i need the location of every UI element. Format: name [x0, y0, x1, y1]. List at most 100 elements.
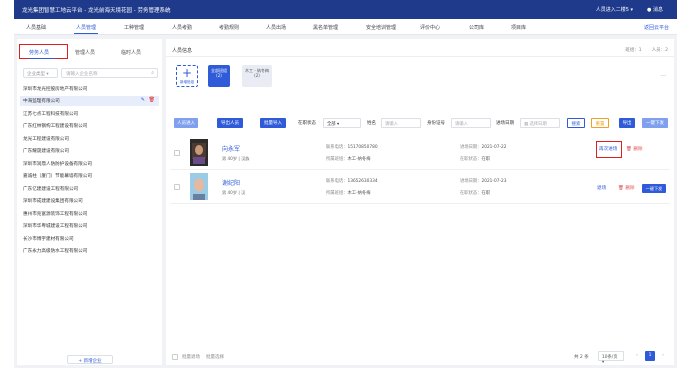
status-select[interactable]: 全部 ▾	[323, 118, 361, 128]
group-value: 木工-纳冬梅	[347, 191, 371, 196]
bell-icon: ●	[647, 7, 652, 13]
id-label: 身份证号	[427, 121, 445, 126]
person-name[interactable]: 谢纪阳	[222, 178, 240, 187]
phone-field: 联系电话：15170850780	[326, 144, 378, 150]
prev-page-button[interactable]: ‹	[632, 351, 642, 361]
edit-icon[interactable]: ✎	[141, 97, 145, 103]
trash-icon[interactable]: 🗑	[149, 97, 155, 103]
entry-date-field: 进场日期：2021-07-23	[460, 178, 506, 184]
company-item[interactable]: 广东红林钢构工程建设有限公司	[20, 121, 159, 131]
nav-item-basic[interactable]: 人员基础	[26, 24, 46, 31]
status-field-label: 在职状态：	[460, 157, 482, 162]
back-to-cloud-button[interactable]: 返回云平台	[644, 24, 669, 31]
section-title: 人员信息	[172, 48, 193, 54]
one-click-issue-button[interactable]: 一键下发	[642, 118, 668, 128]
company-item[interactable]: 广东亿建建设工程有限公司	[20, 184, 159, 194]
tab-management[interactable]: 管理人员	[75, 49, 95, 56]
select-all-checkbox[interactable]	[172, 354, 178, 360]
group-count: 班组：1	[625, 48, 642, 53]
group-card-all[interactable]: 全部班组 (2)	[208, 65, 230, 87]
main-content: 劳务人员 管理人员 临时人员 企业类型 ▾ 请输入企业名称 ⌕ 深圳市龙光控股房…	[14, 35, 677, 368]
entry-date-field: 进场日期：2021-07-22	[460, 144, 506, 150]
entry-date-value: 2021-07-22	[481, 145, 507, 150]
app-title: 龙光集团智慧工地云平台 - 龙光前海天境花园 - 劳务管理系统	[22, 8, 171, 14]
reset-button[interactable]: 重置	[591, 118, 609, 128]
nav-item-personnel[interactable]: 人员管理	[76, 24, 96, 31]
person-photo	[190, 173, 208, 200]
entry-date-label: 进场日期：	[460, 145, 482, 150]
search-icon[interactable]: ⌕	[151, 70, 154, 76]
user-menu[interactable]: 人员进入二楼5 ▾	[596, 6, 633, 13]
delete-button[interactable]: 🗑 删除	[626, 146, 643, 152]
add-company-button[interactable]: + 新增企业	[67, 355, 113, 364]
person-card: 谢纪阳 男 40岁 | 汉 联系电话：13652630334 所属班组：木工-纳…	[170, 170, 670, 204]
count-summary: 班组：1 人员：2	[625, 47, 668, 53]
re-entry-button[interactable]: 再次进场	[599, 146, 617, 152]
company-item[interactable]: 深圳市龙光控股房地产有限公司	[20, 84, 159, 94]
nav-item-project-lib[interactable]: 项目库	[511, 24, 526, 31]
person-name[interactable]: 向永军	[222, 144, 240, 153]
company-item[interactable]: 嘉诚柱（厦门）节能幕墙有限公司	[20, 171, 159, 181]
nav-item-worktype[interactable]: 工种管理	[124, 24, 144, 31]
footer-bar: 批量退场 批量选择 共 2 条 10条/页 ▾ ‹ 1 ›	[166, 351, 674, 365]
batch-exit-button[interactable]: 批量退场	[182, 354, 200, 360]
page-size-select[interactable]: 10条/页 ▾	[598, 351, 624, 365]
add-person-button[interactable]: 人员进入	[174, 118, 198, 128]
message-link[interactable]: ● 消息	[647, 6, 663, 13]
phone-value: 13652630334	[347, 179, 378, 184]
tab-labor[interactable]: 劳务人员	[29, 49, 49, 56]
person-card: 向永军 男 40岁 | 汉族 联系电话：15170850780 所属班组：木工-…	[170, 136, 670, 170]
group-field: 所属班组：木工-纳冬梅	[326, 156, 371, 162]
company-item[interactable]: 广东耀晟建设有限公司	[20, 146, 159, 156]
group-field: 所属班组：木工-纳冬梅	[326, 190, 371, 196]
company-item-label: 中海监理有限公司	[23, 99, 60, 104]
phone-label: 联系电话：	[326, 179, 348, 184]
name-input[interactable]: 请输入	[381, 118, 421, 128]
row-checkbox[interactable]	[174, 150, 180, 156]
page-number-button[interactable]: 1	[645, 351, 655, 361]
company-type-select[interactable]: 企业类型 ▾	[23, 68, 58, 78]
company-item[interactable]: 惠州市兆富源装饰工程有限公司	[20, 209, 159, 219]
search-button[interactable]: 搜索	[567, 118, 585, 128]
export-button[interactable]: 导出	[619, 118, 635, 128]
row-checkbox[interactable]	[174, 184, 180, 190]
add-group-button[interactable]: + 新增班组	[176, 65, 198, 87]
delete-button[interactable]: 🗑 删除	[618, 185, 635, 191]
batch-import-button[interactable]: 批量导入	[260, 118, 286, 128]
company-item[interactable]: 江苏七点工程科技有限公司	[20, 109, 159, 119]
company-item[interactable]: 深圳市润鼎人防防护设备有限公司	[20, 159, 159, 169]
next-page-button[interactable]: ›	[658, 351, 668, 361]
nav-item-safety-training[interactable]: 安全培训管理	[366, 24, 396, 31]
company-item[interactable]: 长沙市博宇建材有限公司	[20, 234, 159, 244]
total-count: 共 2 条	[574, 355, 589, 360]
export-people-button[interactable]: 导出人员	[217, 118, 243, 128]
company-item[interactable]: 深圳市成建建设集团有限公司	[20, 196, 159, 206]
status-field: 在职状态：在职	[460, 156, 490, 162]
main-nav: 人员基础 人员管理 工种管理 人员考勤 考勤规则 人员出场 黑名单管理 安全培训…	[14, 19, 677, 35]
issue-button[interactable]: 一键下发	[642, 184, 666, 193]
nav-item-company-lib[interactable]: 公司库	[469, 24, 484, 31]
tab-temporary[interactable]: 临时人员	[121, 49, 141, 56]
nav-item-attendance-rules[interactable]: 考勤规则	[219, 24, 239, 31]
company-item[interactable]: 龙光工程建设有限公司	[20, 134, 159, 144]
nav-item-evaluation[interactable]: 评价中心	[420, 24, 440, 31]
status-label: 在职状态	[298, 121, 316, 126]
batch-select-button[interactable]: 批量选择	[206, 354, 224, 360]
phone-value: 15170850780	[347, 145, 378, 150]
company-item[interactable]: 广东永力高级防水工程有限公司	[20, 246, 159, 256]
company-item-selected[interactable]: 中海监理有限公司 ✎ 🗑	[20, 96, 159, 106]
nav-item-blacklist[interactable]: 黑名单管理	[313, 24, 338, 31]
company-search-input[interactable]: 请输入企业名称 ⌕	[61, 68, 158, 78]
status-field-value: 在职	[481, 157, 491, 162]
more-icon[interactable]: ···	[660, 73, 666, 80]
person-meta: 男 40岁 | 汉族	[222, 156, 250, 161]
nav-item-exit[interactable]: 人员出场	[266, 24, 286, 31]
group-card-carpentry[interactable]: 木工 - 纳冬梅 (2)	[242, 65, 272, 87]
nav-item-attendance[interactable]: 人员考勤	[172, 24, 192, 31]
id-input[interactable]: 请输入	[451, 118, 491, 128]
exit-button[interactable]: 退场	[597, 185, 606, 191]
date-picker[interactable]: ▦ 选择日期	[520, 118, 560, 128]
entry-date-label: 进场日期：	[460, 179, 482, 184]
nav-active-underline	[74, 32, 98, 34]
company-item[interactable]: 深圳市华粤城建设工程有限公司	[20, 221, 159, 231]
